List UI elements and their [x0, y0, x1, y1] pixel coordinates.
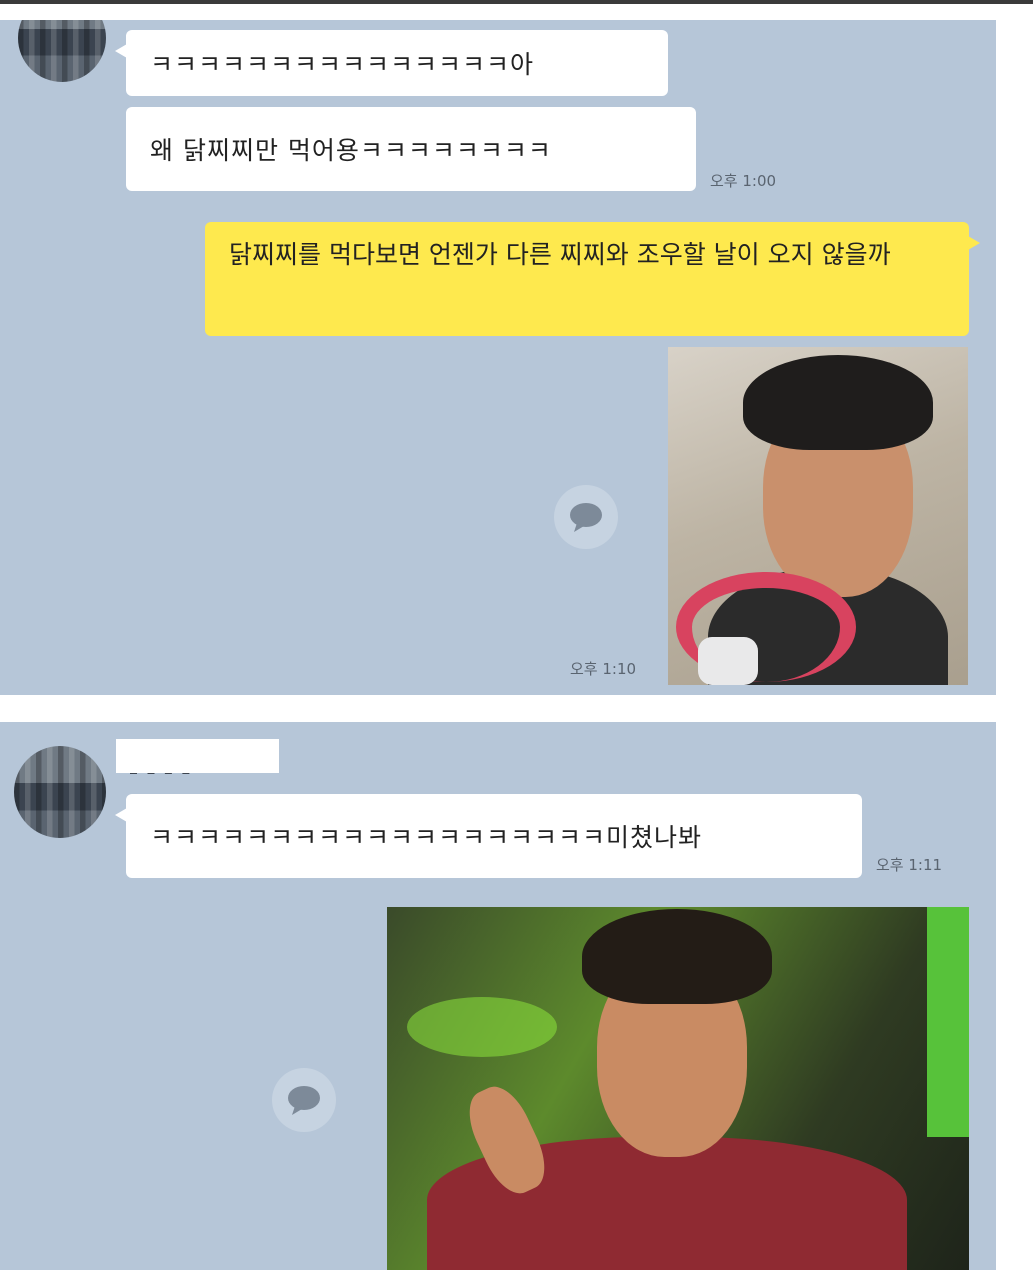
share-button[interactable] — [272, 1068, 336, 1132]
message-timestamp: 오후 1:00 — [710, 172, 777, 190]
friend-avatar[interactable] — [18, 20, 106, 82]
my-message-bubble[interactable]: 닭찌찌를 먹다보면 언젠가 다른 찌찌와 조우할 날이 오지 않을까 — [205, 222, 980, 336]
message-timestamp: 오후 1:10 — [570, 660, 637, 678]
top-edge-bar — [0, 0, 1033, 4]
friend-message-bubble[interactable]: ㅋㅋㅋㅋㅋㅋㅋㅋㅋㅋㅋㅋㅋㅋㅋㅋㅋㅋㅋ미쳤나봐 — [115, 794, 862, 878]
chat-panel-1: ㅋㅋㅋㅋㅋㅋㅋㅋㅋㅋㅋㅋㅋㅋㅋ아 왜 닭찌찌만 먹어용ㅋㅋㅋㅋㅋㅋㅋㅋ 오후 1… — [0, 20, 996, 695]
message-text: ㅋㅋㅋㅋㅋㅋㅋㅋㅋㅋㅋㅋㅋㅋㅋㅋㅋㅋㅋ미쳤나봐 — [150, 823, 703, 852]
message-timestamp: 오후 1:11 — [876, 856, 943, 874]
sender-name-obscured: ⎯ ⎯ ⎯ ⎯ — [130, 765, 193, 781]
share-button[interactable] — [554, 485, 618, 549]
speech-bubble-icon — [288, 1086, 320, 1115]
message-text: ㅋㅋㅋㅋㅋㅋㅋㅋㅋㅋㅋㅋㅋㅋㅋ아 — [150, 50, 535, 79]
friend-message-bubble[interactable]: 왜 닭찌찌만 먹어용ㅋㅋㅋㅋㅋㅋㅋㅋ — [126, 107, 696, 191]
friend-avatar[interactable] — [14, 746, 106, 838]
message-text: 닭찌찌를 먹다보면 언젠가 다른 찌찌와 조우할 날이 오지 않을까 — [229, 240, 891, 269]
speech-bubble-icon — [570, 503, 602, 532]
sent-photo[interactable] — [387, 907, 969, 1270]
sent-photo[interactable] — [668, 347, 968, 685]
message-text: 왜 닭찌찌만 먹어용ㅋㅋㅋㅋㅋㅋㅋㅋ — [150, 136, 552, 165]
friend-message-bubble[interactable]: ㅋㅋㅋㅋㅋㅋㅋㅋㅋㅋㅋㅋㅋㅋㅋ아 — [115, 30, 668, 96]
chat-panel-2: ⎯ ⎯ ⎯ ⎯ ㅋㅋㅋㅋㅋㅋㅋㅋㅋㅋㅋㅋㅋㅋㅋㅋㅋㅋㅋ미쳤나봐 오후 1:11 — [0, 722, 996, 1270]
